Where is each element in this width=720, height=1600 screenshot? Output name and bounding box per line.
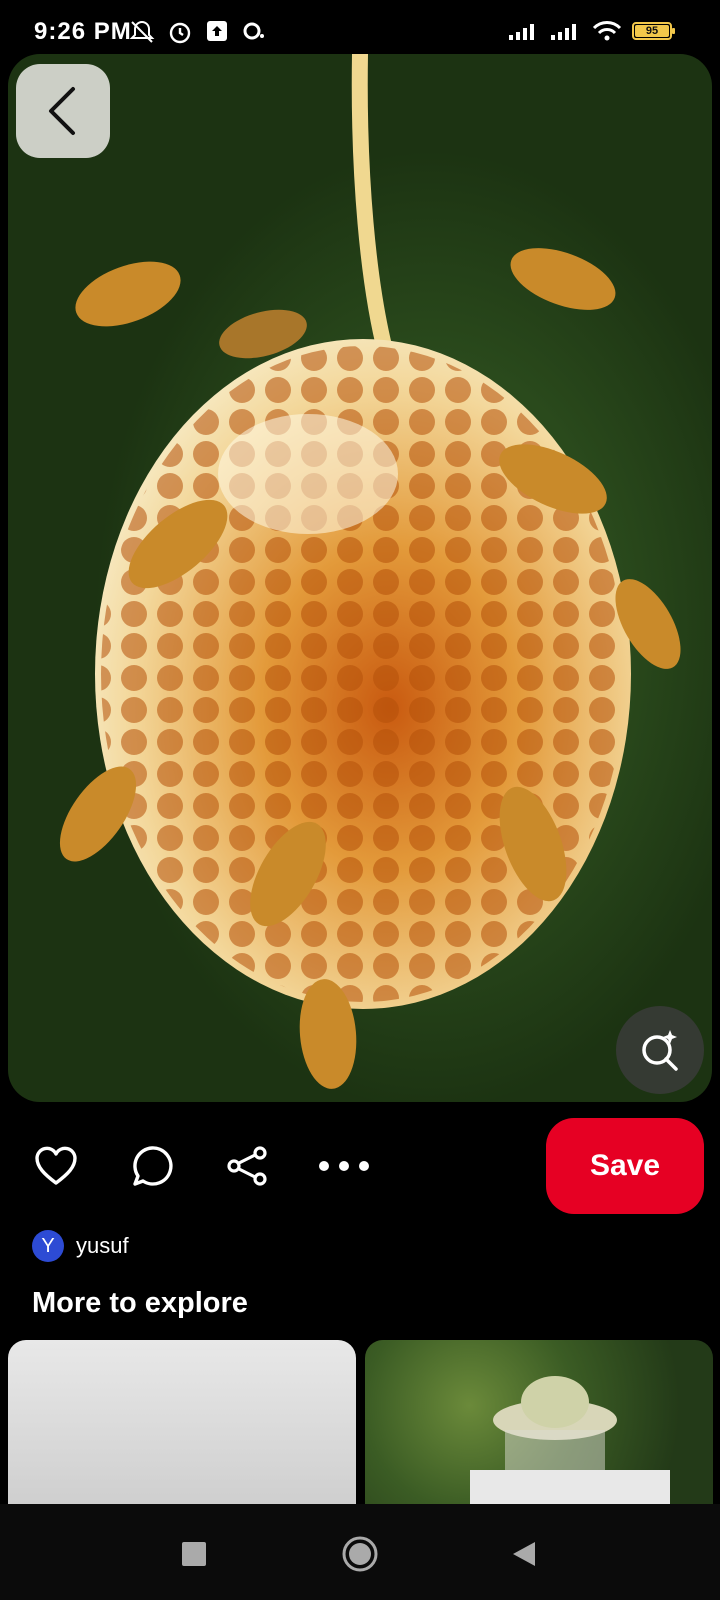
honeycomb-photo	[59, 54, 681, 1089]
author-name[interactable]: yusuf	[76, 1233, 129, 1259]
explore-pin-1[interactable]	[8, 1340, 356, 1504]
back-icon	[49, 87, 75, 135]
avatar[interactable]: Y	[32, 1230, 64, 1262]
status-system-icons: 95	[508, 20, 675, 42]
nav-home-button[interactable]	[340, 1534, 380, 1574]
status-time: 9:26 PM	[34, 18, 132, 45]
nav-back-button[interactable]	[504, 1534, 544, 1574]
pin-author[interactable]: Y yusuf	[32, 1230, 129, 1262]
more-options-button[interactable]	[314, 1136, 374, 1196]
nav-recents-button[interactable]	[174, 1534, 214, 1574]
wifi-icon	[592, 21, 622, 41]
more-to-explore-title: More to explore	[32, 1287, 248, 1319]
share-button[interactable]	[218, 1136, 278, 1196]
beekeeper-photo	[470, 1376, 670, 1504]
heart-icon	[35, 1146, 77, 1185]
nav-back-icon	[513, 1542, 535, 1566]
upload-icon	[207, 21, 227, 41]
pin-image[interactable]	[8, 54, 712, 1102]
nav-home-icon	[342, 1536, 378, 1572]
status-bar: 9:26 PM 95	[0, 0, 720, 60]
system-nav-bar	[0, 1504, 720, 1600]
more-icon	[319, 1161, 369, 1171]
save-button[interactable]: Save	[546, 1118, 704, 1214]
explore-pin-2[interactable]	[365, 1340, 713, 1504]
pin-action-bar: Save	[0, 1118, 720, 1214]
alarm-icon	[169, 22, 191, 44]
signal-icon-2	[551, 24, 576, 40]
share-icon	[227, 1146, 267, 1186]
visual-search-icon	[642, 1030, 678, 1071]
like-button[interactable]	[26, 1136, 86, 1196]
comment-button[interactable]	[122, 1136, 182, 1196]
nav-recents-icon	[182, 1542, 206, 1566]
comment-icon	[133, 1146, 173, 1186]
signal-icon	[509, 24, 534, 40]
mute-vibrate-icon	[129, 20, 155, 43]
battery-icon: 95	[632, 22, 675, 40]
sync-icon	[243, 22, 264, 40]
battery-level-text: 95	[645, 25, 659, 37]
visual-search-button[interactable]	[616, 1006, 704, 1094]
status-notifications	[128, 18, 266, 46]
back-button[interactable]	[16, 64, 110, 158]
